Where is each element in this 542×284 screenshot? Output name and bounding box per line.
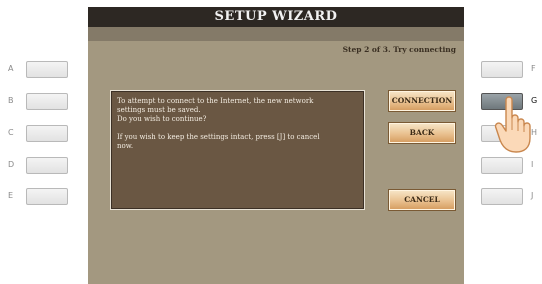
- step-indicator: Step 2 of 3. Try connecting: [342, 45, 456, 54]
- message-line: Do you wish to continue?: [117, 115, 207, 123]
- connection-button[interactable]: CONNECTION: [389, 91, 455, 111]
- panel-button-f[interactable]: [481, 61, 523, 78]
- lcd-screen: SETUP WIZARD Step 2 of 3. Try connecting…: [88, 7, 464, 284]
- panel-letter-e: E: [8, 191, 14, 200]
- panel-button-e[interactable]: [26, 188, 68, 205]
- message-line: If you wish to keep the settings intact,…: [117, 133, 320, 141]
- panel-letter-j: J: [531, 191, 534, 200]
- message-box: To attempt to connect to the Internet, t…: [110, 90, 365, 210]
- screen-title: SETUP WIZARD: [88, 7, 464, 27]
- message-line: now.: [117, 142, 134, 150]
- cancel-button[interactable]: CANCEL: [389, 190, 455, 210]
- panel-button-c[interactable]: [26, 125, 68, 142]
- back-button[interactable]: BACK: [389, 123, 455, 143]
- panel-button-j[interactable]: [481, 188, 523, 205]
- pointing-hand-icon: [494, 96, 531, 153]
- panel-letter-a: A: [8, 64, 14, 73]
- panel-letter-f: F: [531, 64, 536, 73]
- title-subbar: [88, 27, 464, 41]
- panel-button-i[interactable]: [481, 157, 523, 174]
- message-line: settings must be saved.: [117, 106, 201, 114]
- panel-letter-d: D: [8, 160, 15, 169]
- panel-button-d[interactable]: [26, 157, 68, 174]
- message-line: To attempt to connect to the Internet, t…: [117, 97, 314, 105]
- panel-button-a[interactable]: [26, 61, 68, 78]
- panel-letter-b: B: [8, 96, 14, 105]
- panel-letter-c: C: [8, 128, 14, 137]
- panel-button-b[interactable]: [26, 93, 68, 110]
- panel-letter-i: I: [531, 160, 534, 169]
